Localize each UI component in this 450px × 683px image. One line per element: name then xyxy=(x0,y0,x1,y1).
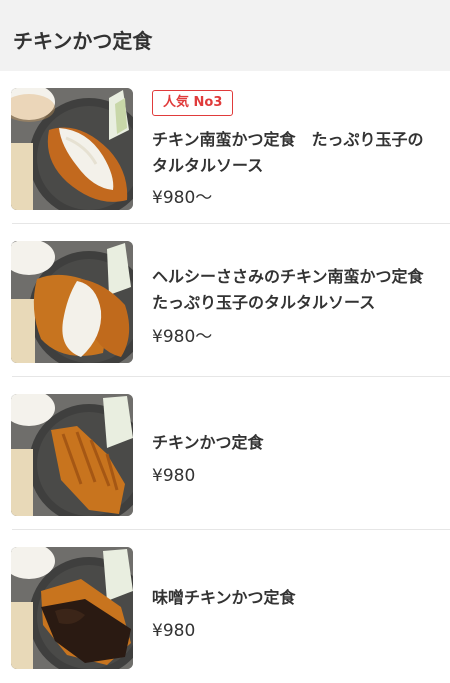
page-header: チキンかつ定食 xyxy=(0,0,450,71)
menu-item-price: ¥980 xyxy=(152,466,196,486)
menu-item-price: ¥980〜 xyxy=(152,188,213,208)
menu-item-name: チキン南蛮かつ定食 たっぷり玉子のタルタルソース xyxy=(152,130,424,175)
popularity-badge: 人気 No3 xyxy=(152,90,234,116)
menu-item-image xyxy=(11,547,133,669)
menu-item-name: チキンかつ定食 xyxy=(152,433,264,452)
menu-item-image xyxy=(11,88,133,210)
menu-item-miso-chicken-katsu[interactable]: 味噌チキンかつ定食 ¥980 xyxy=(0,530,450,683)
menu-item-price: ¥980 xyxy=(152,621,196,641)
menu-item-name: 味噌チキンかつ定食 xyxy=(152,588,296,607)
menu-item-image xyxy=(11,241,133,363)
menu-item-sasami-nanban[interactable]: ヘルシーささみのチキン南蛮かつ定食 たっぷり玉子のタルタルソース ¥980〜 xyxy=(0,224,450,377)
menu-item-chicken-katsu[interactable]: チキンかつ定食 ¥980 xyxy=(0,377,450,530)
menu-item-image xyxy=(11,394,133,516)
menu-item-name: ヘルシーささみのチキン南蛮かつ定食 たっぷり玉子のタルタルソース xyxy=(152,267,432,312)
menu-item-price: ¥980〜 xyxy=(152,327,213,347)
menu-item-chicken-nanban[interactable]: 人気 No3 チキン南蛮かつ定食 たっぷり玉子のタルタルソース ¥980〜 xyxy=(0,71,450,224)
page-title: チキンかつ定食 xyxy=(13,29,153,53)
